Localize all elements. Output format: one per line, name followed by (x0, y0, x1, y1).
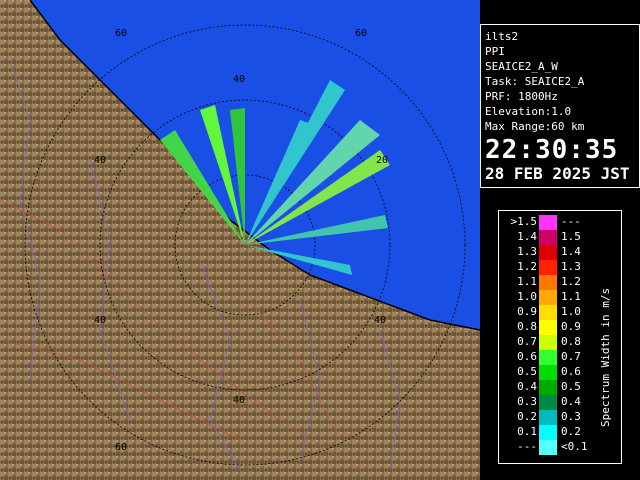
legend-title: Spectrum Width in m/s (599, 287, 612, 427)
legend-row: 0.5 0.6 (499, 365, 609, 380)
legend-upper-label: 1.2 (561, 275, 581, 288)
legend-upper-label: 1.4 (561, 245, 581, 258)
date-display: 28 FEB 2025 JST (485, 164, 630, 183)
legend-lower-label: 0.4 (517, 380, 537, 393)
range-label: 60 (355, 28, 367, 39)
range-label: 40 (374, 315, 386, 326)
legend-swatch (539, 425, 557, 440)
info-line: PPI (485, 45, 505, 58)
info-line: Elevation:1.0 (485, 105, 572, 118)
range-label: 60 (115, 442, 127, 453)
legend-lower-label: 0.6 (517, 350, 537, 363)
range-label: 40 (94, 155, 106, 166)
legend-upper-label: 0.4 (561, 395, 581, 408)
legend-upper-label: 0.6 (561, 365, 581, 378)
legend-row: 1.0 1.1 (499, 290, 609, 305)
legend-lower-label: 1.1 (517, 275, 537, 288)
legend-upper-label: 1.0 (561, 305, 581, 318)
legend-upper-label: 0.7 (561, 350, 581, 363)
legend-row: >1.5 --- (499, 215, 609, 230)
legend-row: 0.8 0.9 (499, 320, 609, 335)
legend-upper-label: --- (561, 215, 581, 228)
legend-upper-label: 0.5 (561, 380, 581, 393)
legend-swatch (539, 410, 557, 425)
legend-lower-label: 1.0 (517, 290, 537, 303)
legend-row: 0.9 1.0 (499, 305, 609, 320)
legend-upper-label: <0.1 (561, 440, 588, 453)
legend-row: 0.3 0.4 (499, 395, 609, 410)
info-line: ilts2 (485, 30, 519, 43)
legend-swatch (539, 215, 557, 230)
range-label: 40 (233, 395, 245, 406)
legend-upper-label: 0.9 (561, 320, 581, 333)
legend-upper-label: 1.3 (561, 260, 581, 273)
legend-row: 0.4 0.5 (499, 380, 609, 395)
legend-row: 1.1 1.2 (499, 275, 609, 290)
legend-swatch (539, 350, 557, 365)
legend-swatch (539, 260, 557, 275)
legend-lower-label: 0.2 (517, 410, 537, 423)
legend-swatch (539, 275, 557, 290)
legend-swatch (539, 245, 557, 260)
legend-lower-label: 0.7 (517, 335, 537, 348)
legend-upper-label: 1.1 (561, 290, 581, 303)
legend-swatch (539, 440, 557, 455)
legend-upper-label: 0.3 (561, 410, 581, 423)
legend-swatch (539, 335, 557, 350)
legend-row: 0.6 0.7 (499, 350, 609, 365)
legend-swatch (539, 365, 557, 380)
color-legend: >1.5 --- 1.4 1.5 1.3 1.4 1.2 1.3 1.1 1.2 1.0 1.1 0.9… (498, 210, 622, 464)
legend-row: 1.4 1.5 (499, 230, 609, 245)
legend-upper-label: 1.5 (561, 230, 581, 243)
legend-lower-label: 0.5 (517, 365, 537, 378)
legend-row: 1.2 1.3 (499, 260, 609, 275)
legend-lower-label: >1.5 (510, 215, 538, 228)
legend-lower-label: 0.1 (517, 425, 537, 438)
legend-swatch (539, 230, 557, 245)
legend-swatch (539, 380, 557, 395)
legend-row: 0.2 0.3 (499, 410, 609, 425)
range-label: 20 (376, 155, 388, 166)
range-label: 40 (94, 315, 106, 326)
legend-upper-label: 0.2 (561, 425, 581, 438)
legend-lower-label: 0.9 (517, 305, 537, 318)
legend-row: 0.7 0.8 (499, 335, 609, 350)
legend-lower-label: 1.2 (517, 260, 537, 273)
legend-lower-label: 1.3 (517, 245, 537, 258)
legend-swatch (539, 320, 557, 335)
legend-lower-label: 1.4 (517, 230, 537, 243)
legend-upper-label: 0.8 (561, 335, 581, 348)
legend-row: --- <0.1 (499, 440, 609, 455)
legend-lower-label: 0.8 (517, 320, 537, 333)
legend-swatch (539, 395, 557, 410)
info-panel: ilts2 PPI SEAICE2_A_W Task: SEAICE2_A PR… (480, 24, 640, 188)
radar-ppi-display[interactable]: 60 60 40 40 20 40 40 40 60 (0, 0, 480, 480)
info-line: SEAICE2_A_W (485, 60, 558, 73)
info-line: Max Range:60 km (485, 120, 585, 133)
legend-lower-label: --- (517, 440, 537, 453)
legend-lower-label: 0.3 (517, 395, 537, 408)
legend-swatch (539, 305, 557, 320)
time-display: 22:30:35 (485, 135, 619, 165)
info-line: Task: SEAICE2_A (485, 75, 585, 88)
legend-row: 0.1 0.2 (499, 425, 609, 440)
range-label: 60 (115, 28, 127, 39)
legend-row: 1.3 1.4 (499, 245, 609, 260)
legend-swatch (539, 290, 557, 305)
range-label: 40 (233, 74, 245, 85)
info-line: PRF: 1800Hz (485, 90, 558, 103)
